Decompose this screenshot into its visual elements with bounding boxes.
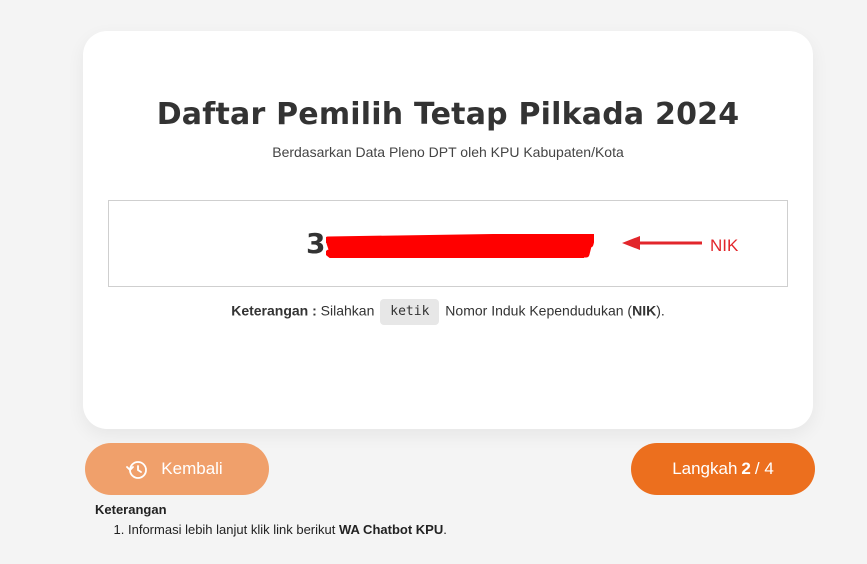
step-total: / 4 — [754, 459, 774, 478]
annotation-arrow-icon — [622, 236, 702, 250]
hint-key: ketik — [380, 299, 440, 325]
redaction-scribble — [326, 234, 594, 258]
note-end: . — [443, 522, 447, 537]
hint-text-after: Nomor Induk Kependudukan ( — [445, 302, 633, 319]
notes-title: Keterangan — [95, 502, 167, 517]
notes-section: Keterangan Informasi lebih lanjut klik l… — [95, 502, 447, 538]
list-item: Informasi lebih lanjut klik link berikut… — [128, 521, 447, 538]
hint-label: Keterangan : — [231, 302, 317, 319]
hint-text-before: Silahkan — [320, 302, 375, 319]
search-card: Daftar Pemilih Tetap Pilkada 2024 Berdas… — [83, 31, 813, 429]
notes-list: Informasi lebih lanjut klik link berikut… — [95, 521, 447, 538]
hint-nik: NIK — [632, 302, 657, 319]
back-button-label: Kembali — [161, 459, 223, 478]
page-subtitle: Berdasarkan Data Pleno DPT oleh KPU Kabu… — [272, 144, 624, 160]
nik-annotation-label: NIK — [710, 236, 739, 255]
note-text: Informasi lebih lanjut klik link berikut — [128, 522, 339, 537]
back-button[interactable]: Kembali — [85, 443, 269, 495]
history-clock-icon — [126, 461, 148, 479]
nik-input-container[interactable]: NIK — [108, 200, 788, 287]
step-prefix: Langkah — [672, 459, 738, 478]
note-link[interactable]: WA Chatbot KPU — [339, 522, 443, 537]
input-hint: Keterangan : Silahkan ketik Nomor Induk … — [83, 299, 813, 325]
step-button[interactable]: Langkah 2 / 4 — [631, 443, 815, 495]
hint-text-end: ). — [656, 302, 665, 319]
page-title: Daftar Pemilih Tetap Pilkada 2024 — [156, 97, 740, 132]
step-current: 2 — [741, 459, 751, 478]
